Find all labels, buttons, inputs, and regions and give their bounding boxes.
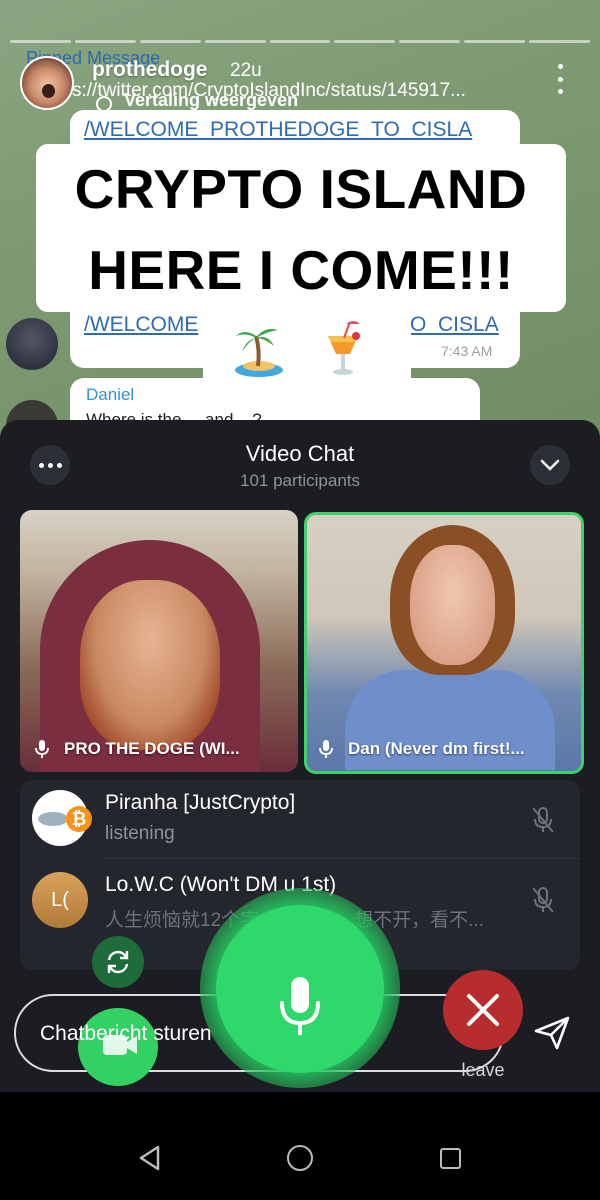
island-emoji xyxy=(235,329,283,377)
muted-microphone-icon xyxy=(532,887,554,913)
caption-line-1: CRYPTO ISLAND xyxy=(74,158,528,220)
chat-avatar xyxy=(6,318,58,370)
message-time: 7:43 AM xyxy=(441,343,493,359)
recent-apps-icon[interactable] xyxy=(440,1148,461,1169)
chevron-down-icon xyxy=(540,459,560,471)
story-user-avatar[interactable] xyxy=(20,56,74,110)
microphone-icon xyxy=(319,740,333,758)
home-icon[interactable] xyxy=(287,1145,313,1171)
caption-line-2: HERE I COME!!! xyxy=(88,239,514,301)
more-options-icon[interactable] xyxy=(553,64,567,94)
flip-camera-button[interactable] xyxy=(92,936,144,988)
message-link-tail: O_CISLA xyxy=(410,313,499,336)
bitcoin-icon: ₿ xyxy=(66,806,92,832)
collapse-button[interactable] xyxy=(530,445,570,485)
participants-count: 101 participants xyxy=(239,471,361,490)
piranha-icon xyxy=(38,812,68,826)
message-link: /WELCOME_PROTHEDOGE_TO_CISLA xyxy=(84,118,473,141)
microphone-icon xyxy=(35,740,49,758)
muted-microphone-icon xyxy=(532,807,554,833)
video-chat-title: Video Chat xyxy=(245,441,355,466)
message-sender-name: Daniel xyxy=(86,385,135,404)
tropical-drink-emoji xyxy=(328,321,360,375)
story-username[interactable]: prothedoge xyxy=(92,58,208,82)
translate-button[interactable]: Vertaling weergeven xyxy=(124,90,298,111)
close-icon xyxy=(467,994,499,1026)
participant-status: listening xyxy=(105,823,175,844)
divider xyxy=(105,858,580,859)
participant-name[interactable]: Piranha [JustCrypto] xyxy=(105,791,295,815)
video-tile-label: Dan (Never dm first!... xyxy=(348,739,525,758)
flip-camera-icon xyxy=(107,950,129,974)
back-icon[interactable] xyxy=(138,1145,162,1171)
leave-label: leave xyxy=(461,1060,505,1080)
microphone-icon xyxy=(280,977,320,1035)
video-tile-person-face xyxy=(80,580,220,750)
translate-icon[interactable] xyxy=(96,96,112,112)
video-tile-person-face xyxy=(410,545,495,665)
story-time-ago: 22u xyxy=(230,60,262,81)
send-icon[interactable] xyxy=(533,1015,571,1051)
message-link: /WELCOME xyxy=(84,313,199,336)
story-progress-bar xyxy=(10,40,591,44)
video-tile-label: PRO THE DOGE (WI... xyxy=(64,739,240,758)
participant-avatar[interactable]: L( xyxy=(32,872,88,928)
message-input-placeholder: Chatbericht sturen xyxy=(40,1022,212,1045)
